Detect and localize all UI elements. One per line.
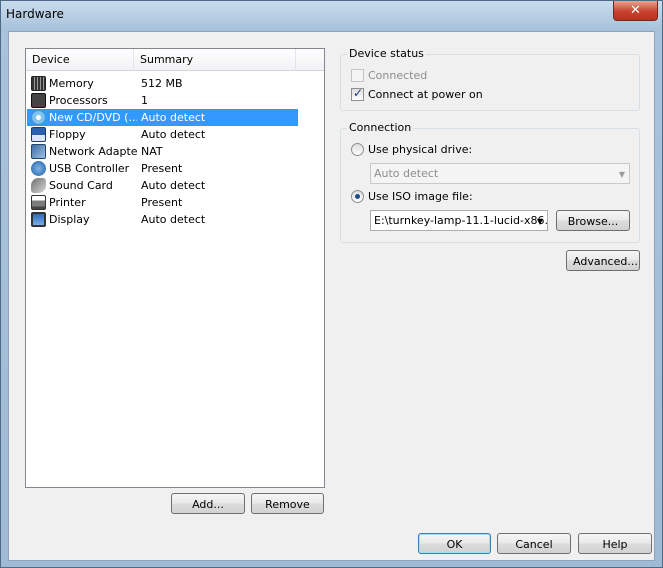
cd-dvd-icon <box>31 110 46 125</box>
connect-at-power-on-label: Connect at power on <box>368 88 483 101</box>
iso-image-path-combo[interactable]: E:\turnkey-lamp-11.1-lucid-x86. ▼ <box>370 210 548 231</box>
use-iso-image-label: Use ISO image file: <box>368 190 473 203</box>
hardware-dialog: Hardware ✕ Device Summary Memory 512 MB … <box>0 0 663 568</box>
connection-title: Connection <box>347 121 414 134</box>
use-physical-drive-radio[interactable] <box>351 143 364 156</box>
advanced-button[interactable]: Advanced... <box>566 250 640 271</box>
browse-button[interactable]: Browse... <box>556 210 630 231</box>
device-row-display[interactable]: Display Auto detect <box>27 211 298 228</box>
printer-icon <box>31 195 46 210</box>
chevron-down-icon: ▼ <box>618 170 625 179</box>
connected-label: Connected <box>368 69 428 82</box>
usb-icon <box>31 161 46 176</box>
device-row-memory[interactable]: Memory 512 MB <box>27 75 298 92</box>
connected-checkbox[interactable] <box>351 69 364 82</box>
use-physical-drive-label: Use physical drive: <box>368 143 473 156</box>
checkmark-icon: ✓ <box>353 86 364 100</box>
close-button[interactable]: ✕ <box>613 1 658 21</box>
device-row-floppy[interactable]: Floppy Auto detect <box>27 126 298 143</box>
chevron-down-icon: ▼ <box>536 217 543 226</box>
device-summary: Auto detect <box>141 179 206 192</box>
device-list[interactable]: Device Summary Memory 512 MB Processors … <box>25 48 325 488</box>
memory-icon <box>31 76 46 91</box>
iso-image-path-value: E:\turnkey-lamp-11.1-lucid-x86. <box>374 214 548 227</box>
processor-icon <box>31 93 46 108</box>
close-icon: ✕ <box>630 3 641 18</box>
add-button[interactable]: Add... <box>171 493 245 514</box>
device-summary: Auto detect <box>141 111 206 124</box>
help-button[interactable]: Help <box>578 533 652 554</box>
window-title: Hardware <box>6 7 64 21</box>
remove-button[interactable]: Remove <box>251 493 324 514</box>
device-row-usb-controller[interactable]: USB Controller Present <box>27 160 298 177</box>
device-name: Processors <box>49 94 108 107</box>
title-bar[interactable]: Hardware ✕ <box>1 1 662 31</box>
device-name: USB Controller <box>49 162 130 175</box>
connection-group: Connection Use physical drive: Auto dete… <box>340 121 640 243</box>
use-iso-image-radio[interactable] <box>351 190 364 203</box>
device-summary: Present <box>141 196 183 209</box>
display-icon <box>31 212 46 227</box>
device-name: Sound Card <box>49 179 113 192</box>
device-row-sound-card[interactable]: Sound Card Auto detect <box>27 177 298 194</box>
device-summary: NAT <box>141 145 163 158</box>
device-name: Network Adapter <box>49 145 137 158</box>
device-name: Floppy <box>49 128 86 141</box>
device-row-cd-dvd[interactable]: New CD/DVD (... Auto detect <box>27 109 298 126</box>
device-summary: Auto detect <box>141 128 206 141</box>
network-adapter-icon <box>31 144 46 159</box>
sound-card-icon <box>31 178 46 193</box>
device-summary: 512 MB <box>141 77 183 90</box>
connect-at-power-on-checkbox[interactable]: ✓ <box>351 86 364 101</box>
column-header-device[interactable]: Device <box>26 49 134 71</box>
device-name: Printer <box>49 196 86 209</box>
cancel-button[interactable]: Cancel <box>497 533 571 554</box>
device-summary: 1 <box>141 94 148 107</box>
ok-button[interactable]: OK <box>418 533 491 554</box>
radio-selected-dot <box>355 194 360 199</box>
column-header-summary[interactable]: Summary <box>134 49 296 71</box>
device-summary: Auto detect <box>141 213 206 226</box>
device-row-processors[interactable]: Processors 1 <box>27 92 298 109</box>
physical-drive-select[interactable]: Auto detect ▼ <box>370 163 630 184</box>
device-name: New CD/DVD (... <box>49 111 137 124</box>
dialog-client-area: Device Summary Memory 512 MB Processors … <box>8 31 655 561</box>
device-row-network-adapter[interactable]: Network Adapter NAT <box>27 143 298 160</box>
device-name: Memory <box>49 77 94 90</box>
column-header-filler <box>296 49 324 71</box>
physical-drive-value: Auto detect <box>374 167 439 180</box>
device-row-printer[interactable]: Printer Present <box>27 194 298 211</box>
device-summary: Present <box>141 162 183 175</box>
device-status-title: Device status <box>347 47 426 60</box>
floppy-icon <box>31 127 46 142</box>
device-status-group: Device status Connected ✓ Connect at pow… <box>340 47 640 111</box>
device-list-header: Device Summary <box>26 49 324 71</box>
device-name: Display <box>49 213 90 226</box>
